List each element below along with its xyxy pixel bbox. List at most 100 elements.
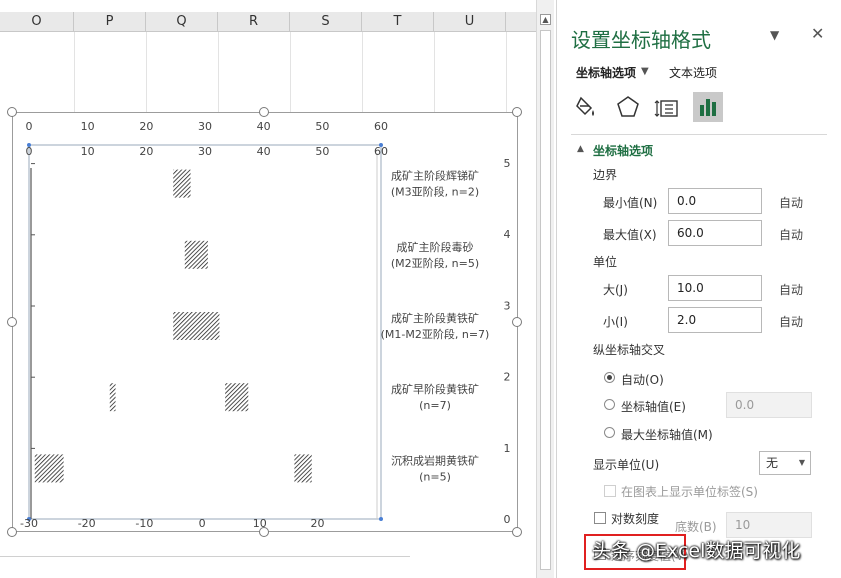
- category-label-line1: 沉积成岩期黄铁矿: [391, 453, 479, 467]
- column-header-s[interactable]: S: [290, 12, 362, 32]
- cross-value-radio[interactable]: [604, 399, 615, 410]
- category-labels: 成矿主阶段辉锑矿 (M3亚阶段, n=2) 成矿主阶段毒砂 (M2亚阶段, n=5) 成…: [381, 169, 490, 484]
- axis-options-chart-icon[interactable]: [693, 92, 723, 122]
- bottom-axis-tick-label: 0: [199, 517, 206, 530]
- resize-handle-w[interactable]: [7, 317, 17, 327]
- cross-max-radio[interactable]: [604, 427, 615, 438]
- fill-line-icon[interactable]: [573, 92, 603, 122]
- tab-dropdown-chevron-icon[interactable]: ▼: [641, 66, 649, 77]
- right-axis-tick-label: 5: [504, 157, 511, 170]
- top-axis-tick-label: 0: [26, 120, 33, 133]
- top-axis-tick-label: 30: [198, 120, 212, 133]
- hatched-bar[interactable]: [173, 312, 220, 340]
- maximum-auto-button[interactable]: 自动: [779, 226, 803, 243]
- base-input[interactable]: 10: [726, 512, 812, 538]
- sheet-bottom-edge: [0, 556, 410, 557]
- sheet-top-strip: [0, 0, 536, 12]
- display-units-select[interactable]: 无 ▼: [759, 451, 811, 475]
- worksheet[interactable]: O P Q R S T U 0 10 20 30 40 50 60 0 10 20 30 40 50 6…: [0, 0, 536, 578]
- log-scale-checkbox[interactable]: [594, 512, 606, 524]
- hatched-bar[interactable]: [225, 383, 249, 412]
- bounds-label: 边界: [593, 168, 618, 182]
- watermark: 头条 @Excel数据可视化: [592, 540, 801, 562]
- resize-handle-nw[interactable]: [7, 107, 17, 117]
- scroll-up-arrow-icon[interactable]: ▲: [540, 14, 551, 25]
- show-units-checkbox[interactable]: [604, 485, 616, 497]
- minor-auto-button[interactable]: 自动: [779, 313, 803, 330]
- cross-max-label[interactable]: 最大坐标轴值(M): [621, 426, 713, 443]
- effects-pentagon-icon[interactable]: [613, 92, 643, 122]
- grid-line: [362, 32, 363, 112]
- show-units-label: 在图表上显示单位标签(S): [621, 485, 758, 499]
- minimum-input[interactable]: 0.0: [668, 188, 762, 214]
- category-label-line2: (n=7): [419, 399, 451, 412]
- major-unit-input[interactable]: 10.0: [668, 275, 762, 301]
- grid-line: [146, 32, 147, 112]
- base-label: 底数(B): [675, 520, 717, 534]
- column-header-q[interactable]: Q: [146, 12, 218, 32]
- resize-handle-n[interactable]: [259, 107, 269, 117]
- resize-handle-sw[interactable]: [7, 527, 17, 537]
- top-axis-tick-label: 40: [257, 120, 271, 133]
- maximum-label: 最大值(X): [603, 228, 657, 242]
- cross-value-label[interactable]: 坐标轴值(E): [621, 398, 686, 415]
- major-auto-button[interactable]: 自动: [779, 281, 803, 298]
- grid-line: [434, 32, 435, 112]
- minimum-auto-button[interactable]: 自动: [779, 194, 803, 211]
- category-label-line2: (n=5): [419, 470, 451, 483]
- display-units-label: 显示单位(U): [593, 458, 660, 472]
- close-icon[interactable]: ✕: [811, 24, 824, 43]
- resize-handle-e[interactable]: [512, 317, 522, 327]
- right-axis-tick-label: 4: [504, 228, 511, 241]
- pane-divider: [571, 134, 827, 135]
- right-axis-tick-label: 1: [504, 442, 511, 455]
- column-header-row: O P Q R S T U: [0, 12, 536, 32]
- secondary-top-axis-tick-label: 40: [257, 145, 271, 158]
- chart-area[interactable]: 0 10 20 30 40 50 60 0 10 20 30 40 50 60 -30 -20 -10 0 10…: [12, 112, 518, 532]
- hatched-bar[interactable]: [109, 383, 116, 412]
- display-units-value: 无: [766, 456, 779, 470]
- column-header-u[interactable]: U: [434, 12, 506, 32]
- hatched-bar[interactable]: [173, 169, 191, 198]
- right-axis-tick-label: 3: [504, 299, 511, 312]
- bars-layer[interactable]: [34, 169, 312, 483]
- secondary-top-axis-tick-label: 20: [139, 145, 153, 158]
- right-axis-tick-label: 2: [504, 371, 511, 384]
- cross-auto-label[interactable]: 自动(O): [621, 371, 664, 388]
- tab-axis-options[interactable]: 坐标轴选项: [576, 64, 636, 81]
- column-header-r[interactable]: R: [218, 12, 290, 32]
- grid-line: [74, 32, 75, 112]
- cross-value-input[interactable]: 0.0: [726, 392, 812, 418]
- format-axis-pane: 设置坐标轴格式 ▼ ✕ 坐标轴选项 ▼ 文本选项 ▲ 坐标轴选项 边界 最小值(…: [556, 0, 841, 578]
- resize-handle-se[interactable]: [512, 527, 522, 537]
- tab-text-options[interactable]: 文本选项: [669, 64, 717, 81]
- scrollbar-thumb[interactable]: [540, 30, 551, 570]
- column-header-p[interactable]: P: [74, 12, 146, 32]
- hatched-bar[interactable]: [294, 454, 312, 483]
- pane-options-chevron-icon[interactable]: ▼: [770, 28, 779, 42]
- size-properties-icon[interactable]: [653, 92, 683, 122]
- section-axis-options[interactable]: 坐标轴选项: [593, 142, 653, 159]
- chart-plot[interactable]: 0 10 20 30 40 50 60 0 10 20 30 40 50 60 -30 -20 -10 0 10…: [13, 113, 519, 533]
- top-axis-tick-label: 60: [374, 120, 388, 133]
- vertical-scrollbar[interactable]: ▲: [536, 0, 554, 578]
- minor-unit-input[interactable]: 2.0: [668, 307, 762, 333]
- maximum-input[interactable]: 60.0: [668, 220, 762, 246]
- column-header-o[interactable]: O: [0, 12, 74, 32]
- secondary-top-axis-tick-label: 50: [315, 145, 329, 158]
- cross-auto-radio[interactable]: [604, 372, 615, 383]
- resize-handle-ne[interactable]: [512, 107, 522, 117]
- category-label-line1: 成矿主阶段辉锑矿: [391, 169, 479, 183]
- right-axis-tick-label: 0: [504, 513, 511, 526]
- column-header-t[interactable]: T: [362, 12, 434, 32]
- resize-handle-s[interactable]: [259, 527, 269, 537]
- bottom-axis-tick-label: -30: [20, 517, 38, 530]
- bottom-axis-tick-label: 20: [311, 517, 325, 530]
- secondary-top-axis-tick-label: 0: [26, 145, 33, 158]
- log-scale-label[interactable]: 对数刻度: [611, 510, 659, 527]
- hatched-bar[interactable]: [34, 454, 64, 483]
- hatched-bar[interactable]: [184, 240, 208, 269]
- secondary-top-axis-tick-label: 10: [81, 145, 95, 158]
- collapse-triangle-icon[interactable]: ▲: [577, 144, 584, 154]
- category-label-line1: 成矿主阶段黄铁矿: [391, 311, 479, 325]
